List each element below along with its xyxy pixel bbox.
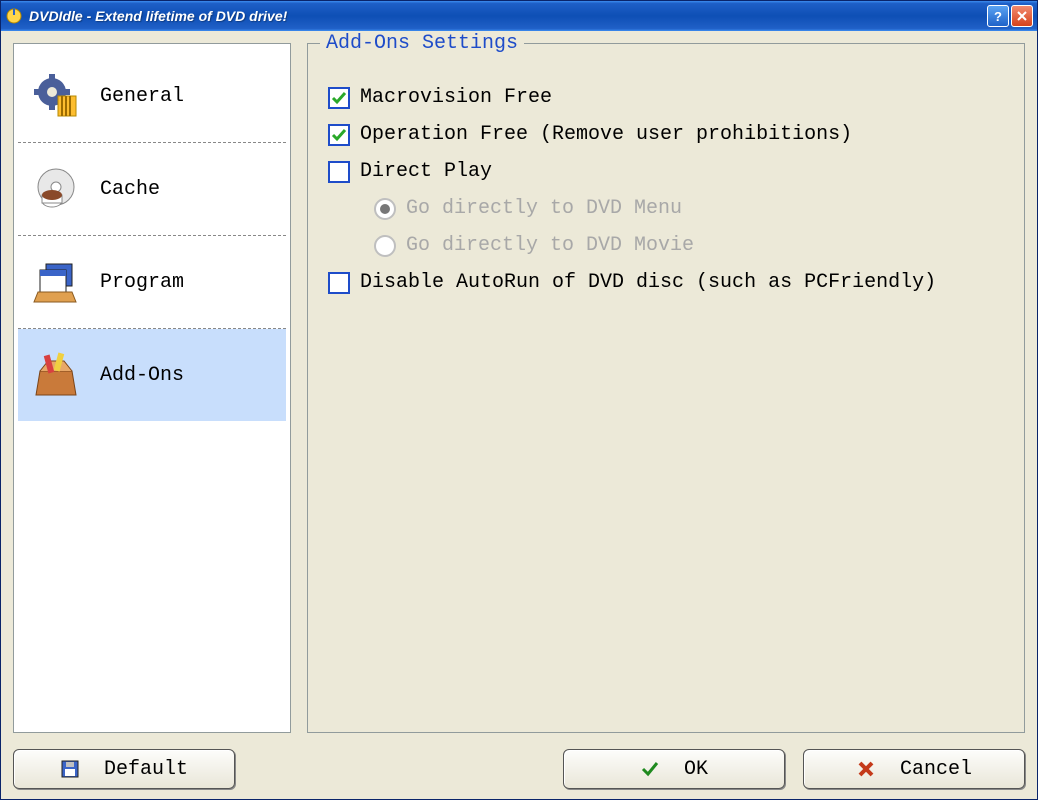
sidebar-item-cache[interactable]: Cache [18, 143, 286, 236]
macrovision-checkbox[interactable] [328, 87, 350, 109]
panel-title: Add-Ons Settings [320, 32, 524, 55]
ok-button-label: OK [684, 758, 708, 781]
sidebar-item-label: Program [100, 271, 184, 294]
gear-icon [32, 72, 80, 120]
window-title: DVDIdle - Extend lifetime of DVD drive! [29, 8, 987, 24]
operation-row: Operation Free (Remove user prohibitions… [328, 123, 1004, 146]
disk-icon [60, 759, 80, 779]
check-icon [640, 759, 660, 779]
operation-label: Operation Free (Remove user prohibitions… [360, 123, 852, 146]
spacer [253, 749, 545, 789]
directplay-menu-row: Go directly to DVD Menu [374, 197, 1004, 220]
app-icon [5, 7, 23, 25]
directplay-movie-row: Go directly to DVD Movie [374, 234, 1004, 257]
sidebar-item-label: General [100, 85, 184, 108]
default-button-label: Default [104, 758, 188, 781]
macrovision-row: Macrovision Free [328, 86, 1004, 109]
main-columns: General Cache Program [13, 43, 1025, 733]
sidebar-item-program[interactable]: Program [18, 236, 286, 329]
help-button[interactable]: ? [987, 5, 1009, 27]
sidebar-item-label: Add-Ons [100, 364, 184, 387]
default-button[interactable]: Default [13, 749, 235, 789]
titlebar: DVDIdle - Extend lifetime of DVD drive! … [1, 1, 1037, 31]
operation-checkbox[interactable] [328, 124, 350, 146]
disable-autorun-label: Disable AutoRun of DVD disc (such as PCF… [360, 271, 936, 294]
directplay-menu-radio [374, 198, 396, 220]
cancel-button[interactable]: Cancel [803, 749, 1025, 789]
disc-icon [32, 165, 80, 213]
windows-stack-icon [32, 258, 80, 306]
cross-icon [856, 759, 876, 779]
directplay-label: Direct Play [360, 160, 492, 183]
sidebar: General Cache Program [13, 43, 291, 733]
sidebar-item-general[interactable]: General [18, 50, 286, 143]
directplay-menu-label: Go directly to DVD Menu [406, 197, 682, 220]
directplay-movie-radio [374, 235, 396, 257]
macrovision-label: Macrovision Free [360, 86, 552, 109]
titlebar-controls: ? [987, 5, 1033, 27]
directplay-row: Direct Play [328, 160, 1004, 183]
sidebar-item-addons[interactable]: Add-Ons [18, 329, 286, 421]
close-button[interactable] [1011, 5, 1033, 27]
button-bar: Default OK Cancel [13, 733, 1025, 789]
directplay-checkbox[interactable] [328, 161, 350, 183]
ok-button[interactable]: OK [563, 749, 785, 789]
client-area: General Cache Program [1, 31, 1037, 799]
toolbox-icon [32, 351, 80, 399]
disable-autorun-row: Disable AutoRun of DVD disc (such as PCF… [328, 271, 1004, 294]
sidebar-item-label: Cache [100, 178, 160, 201]
cancel-button-label: Cancel [900, 758, 972, 781]
directplay-movie-label: Go directly to DVD Movie [406, 234, 694, 257]
disable-autorun-checkbox[interactable] [328, 272, 350, 294]
app-window: DVDIdle - Extend lifetime of DVD drive! … [0, 0, 1038, 800]
addons-panel: Add-Ons Settings Macrovision Free Operat… [307, 43, 1025, 733]
